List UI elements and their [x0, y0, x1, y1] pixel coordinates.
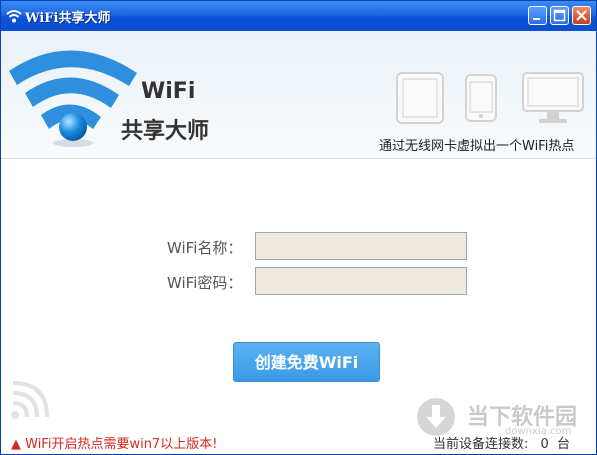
- window-title: WiFi共享大师: [25, 11, 111, 26]
- tablet-icon: [396, 72, 444, 124]
- status-unit: 台: [556, 437, 570, 452]
- status-label: 当前设备连接数:: [433, 437, 529, 452]
- download-icon: [417, 398, 455, 436]
- create-wifi-button[interactable]: 创建免费WiFi: [233, 342, 380, 382]
- close-button[interactable]: [572, 6, 591, 25]
- title-bar[interactable]: WiFi共享大师: [1, 1, 596, 31]
- status-count: 0: [540, 437, 549, 452]
- close-icon: [576, 10, 587, 21]
- maximize-icon: [553, 9, 566, 22]
- wifi-password-input[interactable]: [255, 267, 467, 295]
- brand-name-line1: WiFi: [141, 79, 196, 104]
- header-divider: [1, 158, 596, 159]
- app-window: WiFi共享大师 WiFi 共享大师 通过无线网卡虚拟出一个WiFi热点 WiF…: [0, 0, 597, 455]
- version-warning: ▲ WiFi开启热点需要win7以上版本!: [11, 437, 218, 452]
- minimize-button[interactable]: [528, 6, 547, 25]
- connection-status: 当前设备连接数: 0 台: [433, 433, 570, 452]
- wifi-password-label: WiFi密码：: [167, 274, 243, 292]
- brand-name-line2: 共享大师: [121, 119, 210, 144]
- wifi-icon: [6, 10, 22, 23]
- phone-icon: [465, 74, 497, 122]
- tagline: 通过无线网卡虚拟出一个WiFi热点: [379, 139, 575, 154]
- minimize-icon: [533, 18, 540, 20]
- monitor-icon: [522, 72, 584, 123]
- signal-corner-icon: [11, 381, 49, 419]
- wifi-name-label: WiFi名称：: [167, 239, 243, 257]
- maximize-button[interactable]: [550, 6, 569, 25]
- wifi-name-input[interactable]: [255, 232, 467, 260]
